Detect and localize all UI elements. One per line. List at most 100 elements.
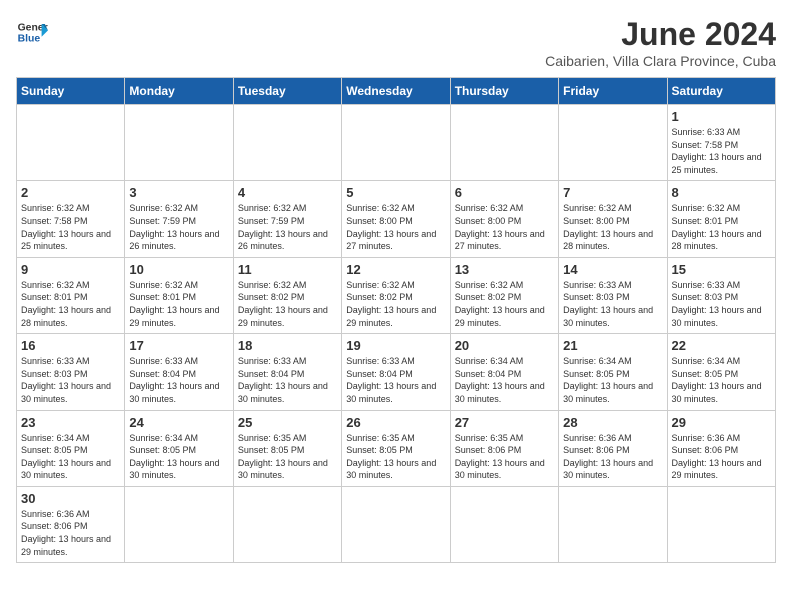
calendar-cell: 7Sunrise: 6:32 AM Sunset: 8:00 PM Daylig…	[559, 181, 667, 257]
svg-text:Blue: Blue	[18, 34, 41, 45]
calendar-cell: 28Sunrise: 6:36 AM Sunset: 8:06 PM Dayli…	[559, 410, 667, 486]
week-row-5: 30 Sunrise: 6:36 AM Sunset: 8:06 PM Dayli…	[17, 486, 776, 562]
day-number: 2	[21, 185, 120, 200]
calendar-cell: 6 Sunrise: 6:32 AM Sunset: 8:00 PM Daylig…	[450, 181, 558, 257]
day-info: Sunrise: 6:33 AM Sunset: 8:03 PM Dayligh…	[563, 279, 662, 329]
day-number: 8	[672, 185, 771, 200]
calendar-cell: 15 Sunrise: 6:33 AM Sunset: 8:03 PM Dayli…	[667, 257, 775, 333]
calendar-cell: 9 Sunrise: 6:32 AM Sunset: 8:01 PM Daylig…	[17, 257, 125, 333]
day-info: Sunrise: 6:32 AM Sunset: 7:59 PM Dayligh…	[129, 202, 228, 252]
day-info: Sunrise: 6:33 AM Sunset: 8:03 PM Dayligh…	[21, 355, 120, 405]
header-row: SundayMondayTuesdayWednesdayThursdayFrid…	[17, 78, 776, 105]
day-info: Sunrise: 6:32 AM Sunset: 8:01 PM Dayligh…	[21, 279, 120, 329]
week-row-2: 9 Sunrise: 6:32 AM Sunset: 8:01 PM Daylig…	[17, 257, 776, 333]
calendar-cell	[559, 486, 667, 562]
day-info: Sunrise: 6:34 AM Sunset: 8:05 PM Dayligh…	[21, 432, 120, 482]
day-number: 30	[21, 491, 120, 506]
day-info: Sunrise: 6:32 AM Sunset: 7:58 PM Dayligh…	[21, 202, 120, 252]
day-number: 9	[21, 262, 120, 277]
day-info: Sunrise: 6:33 AM Sunset: 7:58 PM Dayligh…	[672, 126, 771, 176]
calendar-cell: 3 Sunrise: 6:32 AM Sunset: 7:59 PM Daylig…	[125, 181, 233, 257]
calendar-table: SundayMondayTuesdayWednesdayThursdayFrid…	[16, 77, 776, 563]
day-header-sunday: Sunday	[17, 78, 125, 105]
day-header-tuesday: Tuesday	[233, 78, 341, 105]
calendar-cell: 25 Sunrise: 6:35 AM Sunset: 8:05 PM Dayli…	[233, 410, 341, 486]
calendar-cell: 18Sunrise: 6:33 AM Sunset: 8:04 PM Dayli…	[233, 334, 341, 410]
day-number: 26	[346, 415, 445, 430]
calendar-cell	[125, 486, 233, 562]
day-number: 16	[21, 338, 120, 353]
day-number: 20	[455, 338, 554, 353]
day-info: Sunrise: 6:32 AM Sunset: 8:02 PM Dayligh…	[238, 279, 337, 329]
calendar-cell	[450, 486, 558, 562]
day-header-wednesday: Wednesday	[342, 78, 450, 105]
day-number: 13	[455, 262, 554, 277]
calendar-cell	[125, 105, 233, 181]
header: General Blue June 2024 Caibarien, Villa …	[16, 16, 776, 69]
day-number: 12	[346, 262, 445, 277]
day-info: Sunrise: 6:32 AM Sunset: 8:01 PM Dayligh…	[129, 279, 228, 329]
calendar-cell	[233, 105, 341, 181]
day-info: Sunrise: 6:32 AM Sunset: 8:00 PM Dayligh…	[346, 202, 445, 252]
calendar-cell: 11 Sunrise: 6:32 AM Sunset: 8:02 PM Dayli…	[233, 257, 341, 333]
calendar-cell	[233, 486, 341, 562]
calendar-cell: 14 Sunrise: 6:33 AM Sunset: 8:03 PM Dayli…	[559, 257, 667, 333]
day-number: 1	[672, 109, 771, 124]
day-number: 7	[563, 185, 662, 200]
calendar-cell: 20 Sunrise: 6:34 AM Sunset: 8:04 PM Dayli…	[450, 334, 558, 410]
day-number: 19	[346, 338, 445, 353]
day-header-thursday: Thursday	[450, 78, 558, 105]
calendar-subtitle: Caibarien, Villa Clara Province, Cuba	[545, 53, 776, 69]
day-number: 29	[672, 415, 771, 430]
day-info: Sunrise: 6:35 AM Sunset: 8:06 PM Dayligh…	[455, 432, 554, 482]
day-header-monday: Monday	[125, 78, 233, 105]
day-number: 3	[129, 185, 228, 200]
day-number: 25	[238, 415, 337, 430]
day-number: 14	[563, 262, 662, 277]
calendar-cell	[342, 105, 450, 181]
day-info: Sunrise: 6:32 AM Sunset: 8:00 PM Dayligh…	[455, 202, 554, 252]
calendar-cell: 8 Sunrise: 6:32 AM Sunset: 8:01 PM Daylig…	[667, 181, 775, 257]
day-info: Sunrise: 6:32 AM Sunset: 8:01 PM Dayligh…	[672, 202, 771, 252]
day-info: Sunrise: 6:34 AM Sunset: 8:05 PM Dayligh…	[563, 355, 662, 405]
calendar-cell: 22Sunrise: 6:34 AM Sunset: 8:05 PM Dayli…	[667, 334, 775, 410]
calendar-cell	[450, 105, 558, 181]
day-number: 24	[129, 415, 228, 430]
calendar-cell: 23Sunrise: 6:34 AM Sunset: 8:05 PM Dayli…	[17, 410, 125, 486]
calendar-cell: 12Sunrise: 6:32 AM Sunset: 8:02 PM Dayli…	[342, 257, 450, 333]
day-info: Sunrise: 6:33 AM Sunset: 8:04 PM Dayligh…	[238, 355, 337, 405]
day-info: Sunrise: 6:33 AM Sunset: 8:04 PM Dayligh…	[129, 355, 228, 405]
day-info: Sunrise: 6:32 AM Sunset: 7:59 PM Dayligh…	[238, 202, 337, 252]
week-row-3: 16 Sunrise: 6:33 AM Sunset: 8:03 PM Dayli…	[17, 334, 776, 410]
week-row-1: 2 Sunrise: 6:32 AM Sunset: 7:58 PM Daylig…	[17, 181, 776, 257]
calendar-cell	[342, 486, 450, 562]
day-info: Sunrise: 6:36 AM Sunset: 8:06 PM Dayligh…	[21, 508, 120, 558]
calendar-cell: 5 Sunrise: 6:32 AM Sunset: 8:00 PM Daylig…	[342, 181, 450, 257]
calendar-cell: 26Sunrise: 6:35 AM Sunset: 8:05 PM Dayli…	[342, 410, 450, 486]
calendar-cell: 24 Sunrise: 6:34 AM Sunset: 8:05 PM Dayli…	[125, 410, 233, 486]
day-info: Sunrise: 6:33 AM Sunset: 8:03 PM Dayligh…	[672, 279, 771, 329]
calendar-cell	[667, 486, 775, 562]
calendar-cell: 27Sunrise: 6:35 AM Sunset: 8:06 PM Dayli…	[450, 410, 558, 486]
calendar-cell: 17Sunrise: 6:33 AM Sunset: 8:04 PM Dayli…	[125, 334, 233, 410]
day-header-saturday: Saturday	[667, 78, 775, 105]
calendar-cell: 1 Sunrise: 6:33 AM Sunset: 7:58 PM Daylig…	[667, 105, 775, 181]
day-number: 6	[455, 185, 554, 200]
calendar-cell: 4 Sunrise: 6:32 AM Sunset: 7:59 PM Daylig…	[233, 181, 341, 257]
day-info: Sunrise: 6:34 AM Sunset: 8:05 PM Dayligh…	[129, 432, 228, 482]
calendar-cell: 19Sunrise: 6:33 AM Sunset: 8:04 PM Dayli…	[342, 334, 450, 410]
calendar-cell	[17, 105, 125, 181]
day-info: Sunrise: 6:36 AM Sunset: 8:06 PM Dayligh…	[672, 432, 771, 482]
calendar-cell: 21 Sunrise: 6:34 AM Sunset: 8:05 PM Dayli…	[559, 334, 667, 410]
week-row-0: 1 Sunrise: 6:33 AM Sunset: 7:58 PM Daylig…	[17, 105, 776, 181]
day-number: 11	[238, 262, 337, 277]
logo-icon: General Blue	[16, 16, 48, 48]
day-info: Sunrise: 6:34 AM Sunset: 8:05 PM Dayligh…	[672, 355, 771, 405]
day-info: Sunrise: 6:35 AM Sunset: 8:05 PM Dayligh…	[238, 432, 337, 482]
day-number: 15	[672, 262, 771, 277]
day-number: 4	[238, 185, 337, 200]
day-number: 5	[346, 185, 445, 200]
day-number: 21	[563, 338, 662, 353]
day-info: Sunrise: 6:34 AM Sunset: 8:04 PM Dayligh…	[455, 355, 554, 405]
day-info: Sunrise: 6:32 AM Sunset: 8:02 PM Dayligh…	[455, 279, 554, 329]
